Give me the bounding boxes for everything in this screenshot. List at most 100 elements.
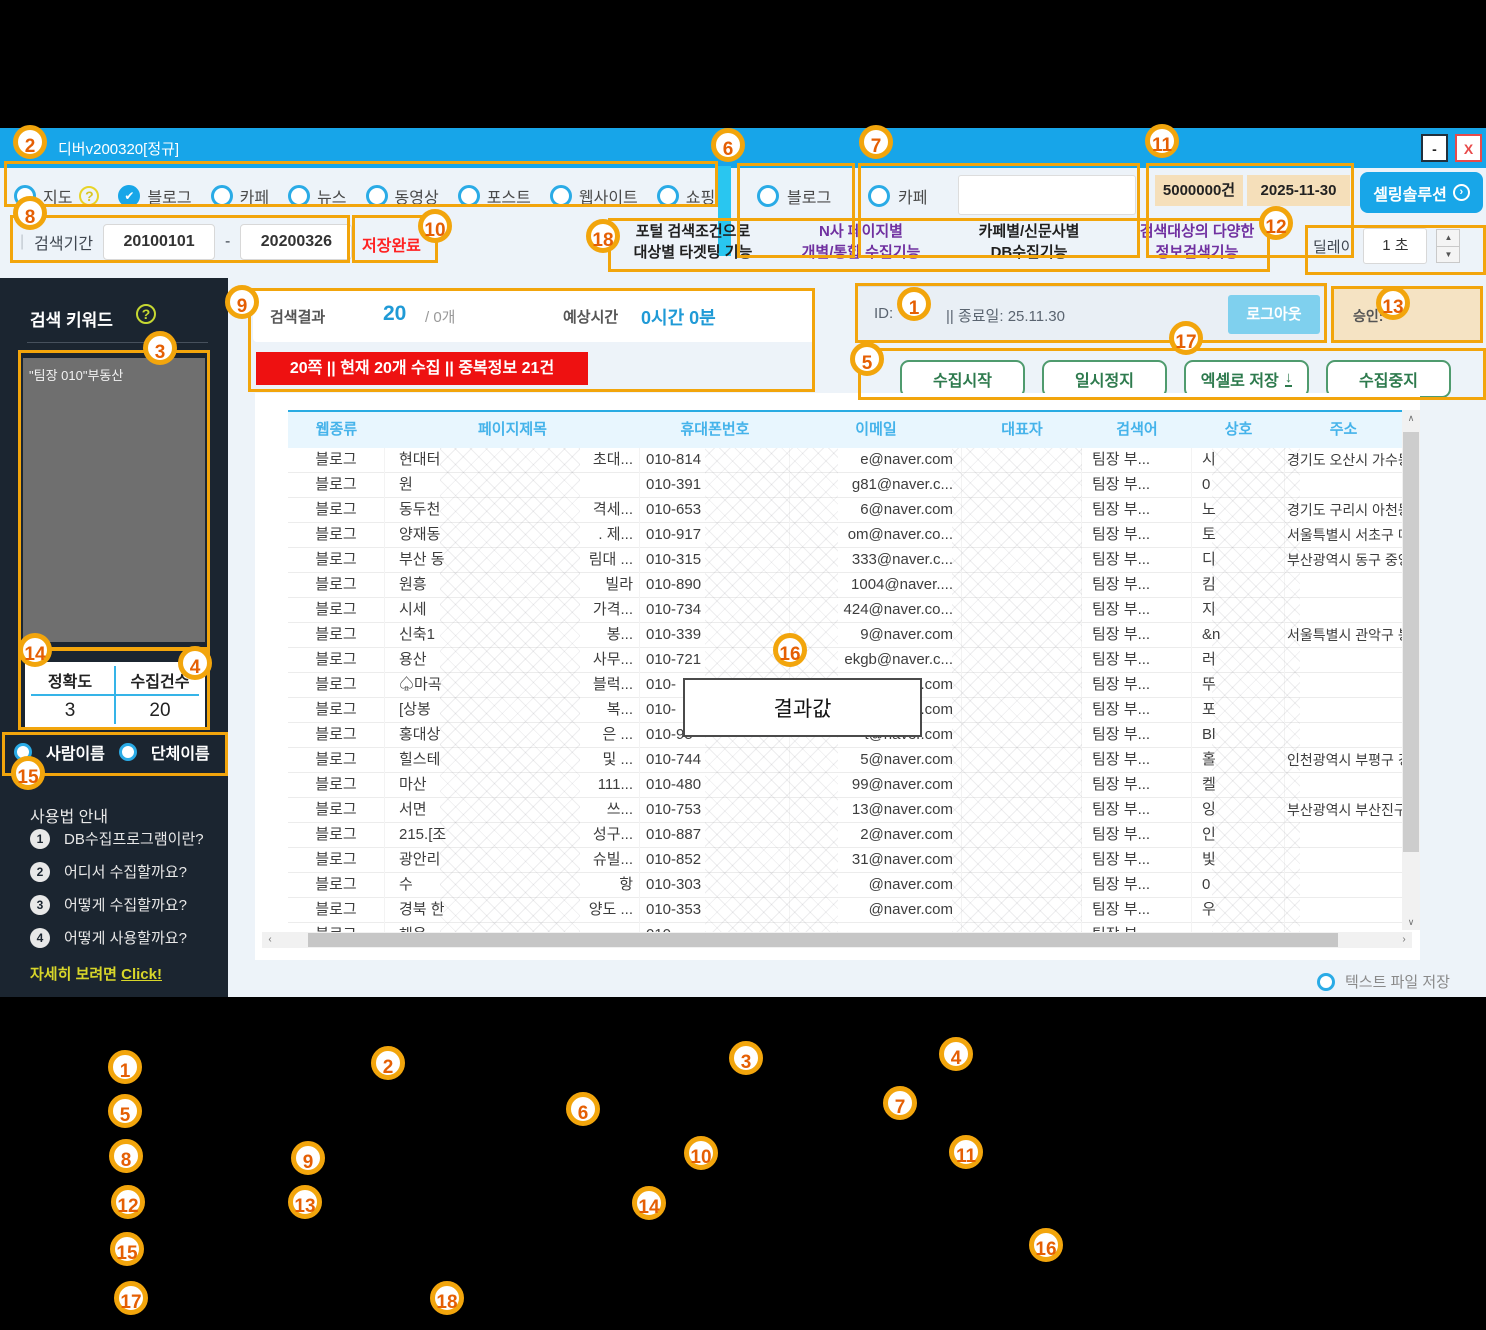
radio-icon[interactable]: [757, 185, 779, 207]
radio-icon[interactable]: [1317, 973, 1335, 991]
scroll-left-icon[interactable]: ‹: [262, 932, 278, 948]
screen: 디버v200320[정규] - X 지도?✔블로그카페뉴스동영상포스트웹사이트쇼…: [0, 0, 1486, 1330]
scroll-down-icon[interactable]: ∨: [1402, 914, 1420, 930]
minimize-button[interactable]: -: [1421, 134, 1448, 162]
close-button[interactable]: X: [1455, 134, 1482, 162]
title-fragment-left: [상봉: [399, 698, 431, 722]
table-row[interactable]: 블로그시세가격...010-734424@naver.co...팀장 부...지: [288, 598, 1402, 623]
portal-tab-블로그[interactable]: ✔블로그: [118, 184, 191, 208]
title-fragment-left: 용산: [399, 648, 427, 672]
radio-icon[interactable]: [288, 185, 310, 207]
scrollbar-thumb[interactable]: [308, 933, 1338, 947]
table-row[interactable]: 블로그해운010-팀장 부...: [288, 923, 1402, 932]
radio-icon[interactable]: [119, 743, 137, 761]
cell-keyword: 팀장 부...: [1082, 623, 1192, 648]
portal-tab-동영상[interactable]: 동영상: [366, 184, 439, 208]
help-icon[interactable]: ?: [79, 186, 99, 206]
table-row[interactable]: 블로그원010-391g81@naver.c...팀장 부...0: [288, 473, 1402, 498]
table-row[interactable]: 블로그힐스테및 ...010-7445@naver.com팀장 부...홀인천광…: [288, 748, 1402, 773]
spinner-up-icon[interactable]: ▲: [1437, 230, 1459, 247]
radio-icon[interactable]: [366, 185, 388, 207]
guide-item[interactable]: 1DB수집프로그램이란?: [30, 828, 204, 849]
scroll-up-icon[interactable]: ∧: [1402, 410, 1420, 426]
logout-button[interactable]: 로그아웃: [1228, 295, 1320, 334]
radio-icon[interactable]: [211, 185, 233, 207]
portal-tab-웹사이트[interactable]: 웹사이트: [550, 184, 638, 208]
delay-input[interactable]: 1 초: [1363, 228, 1427, 264]
radio-icon[interactable]: [657, 185, 679, 207]
period-from-input[interactable]: 20100101: [103, 224, 215, 260]
column-header[interactable]: 상호: [1192, 412, 1285, 448]
horizontal-scrollbar[interactable]: ‹ ›: [262, 932, 1412, 948]
cell-representative: [962, 773, 1082, 798]
column-header[interactable]: 웹종류: [288, 412, 385, 448]
source-cafe-radio[interactable]: 카페: [868, 184, 927, 208]
scrollbar-thumb[interactable]: [1403, 432, 1419, 852]
table-row[interactable]: 블로그동두천격세...010-6536@naver.com팀장 부...노경기도…: [288, 498, 1402, 523]
cell-keyword: 팀장 부...: [1082, 723, 1192, 748]
column-header[interactable]: 이메일: [790, 412, 962, 448]
portal-tab-쇼핑[interactable]: 쇼핑: [657, 184, 715, 208]
scroll-right-icon[interactable]: ›: [1396, 932, 1412, 948]
title-fragment-right: 성구...: [593, 823, 633, 847]
cell-phone: 010-480: [640, 773, 790, 798]
table-row[interactable]: 블로그광안리슈빌...010-85231@naver.com팀장 부...빛: [288, 848, 1402, 873]
table-row[interactable]: 블로그원흥빌라010-8901004@naver....팀장 부...킴: [288, 573, 1402, 598]
table-row[interactable]: 블로그용산사무...010-721ekgb@naver.c...팀장 부...러: [288, 648, 1402, 673]
radio-icon[interactable]: [868, 185, 890, 207]
keyword-textarea[interactable]: "팀장 010"부동산: [23, 358, 205, 642]
cell-web-type: 블로그: [288, 923, 385, 932]
selling-solution-button[interactable]: 셀링솔루션 ›: [1360, 172, 1483, 213]
selling-solution-label: 셀링솔루션: [1373, 181, 1447, 205]
radio-icon[interactable]: [550, 185, 572, 207]
cell-business-name: 포: [1192, 698, 1285, 723]
table-row[interactable]: 블로그현대터초대...010-814e@naver.com팀장 부...시경기도…: [288, 448, 1402, 473]
portal-tab-카페[interactable]: 카페: [211, 184, 269, 208]
table-row[interactable]: 블로그서면쓰...010-75313@naver.com팀장 부...잉부산광역…: [288, 798, 1402, 823]
portal-tab-뉴스[interactable]: 뉴스: [288, 184, 346, 208]
title-fragment-left: 양재동: [399, 523, 440, 547]
annotation-badge-18: 18: [586, 219, 620, 253]
cafe-search-input[interactable]: [958, 175, 1136, 215]
column-header[interactable]: 페이지제목: [385, 412, 640, 448]
cell-phone: 010-744: [640, 748, 790, 773]
vertical-scrollbar[interactable]: ∧ ∨: [1402, 410, 1420, 930]
column-header[interactable]: 검색어: [1082, 412, 1192, 448]
source-blog-radio[interactable]: 블로그: [757, 184, 831, 208]
title-fragment-right: 림대 ...: [589, 548, 633, 572]
keyword-help-icon[interactable]: ?: [136, 304, 156, 324]
table-row[interactable]: 블로그양재동. 제...010-917om@naver.co...팀장 부...…: [288, 523, 1402, 548]
results-label: 검색결과: [270, 306, 325, 327]
table-row[interactable]: 블로그경북 한양도 ...010-353@naver.com팀장 부...우: [288, 898, 1402, 923]
cell-web-type: 블로그: [288, 748, 385, 773]
click-link[interactable]: Click!: [121, 966, 162, 983]
cell-business-name: &n: [1192, 623, 1285, 648]
portal-tab-포스트[interactable]: 포스트: [458, 184, 531, 208]
table-row[interactable]: 블로그부산 동림대 ...010-315333@naver.c...팀장 부..…: [288, 548, 1402, 573]
radio-icon[interactable]: [458, 185, 480, 207]
delay-spinner[interactable]: ▲ ▼: [1436, 229, 1460, 263]
column-header[interactable]: 대표자: [962, 412, 1082, 448]
app-window: 디버v200320[정규] - X 지도?✔블로그카페뉴스동영상포스트웹사이트쇼…: [0, 128, 1486, 997]
annotation-badge-6: 6: [566, 1092, 600, 1126]
column-header[interactable]: 주소: [1285, 412, 1402, 448]
spinner-down-icon[interactable]: ▼: [1437, 247, 1459, 263]
column-header[interactable]: 휴대폰번호: [640, 412, 790, 448]
guide-item[interactable]: 4어떻게 사용할까요?: [30, 927, 204, 948]
text-file-save[interactable]: 텍스트 파일 저장: [1317, 971, 1450, 992]
cell-business-name: 인: [1192, 823, 1285, 848]
guide-item[interactable]: 2어디서 수집할까요?: [30, 861, 204, 882]
cell-address: [1285, 473, 1402, 498]
period-to-input[interactable]: 20200326: [240, 224, 352, 260]
accuracy-value: 3: [25, 700, 115, 722]
table-row[interactable]: 블로그마산111...010-48099@naver.com팀장 부...켈: [288, 773, 1402, 798]
search-period-label: 검색기간: [34, 230, 93, 254]
table-row[interactable]: 블로그215.[조성구...010-8872@naver.com팀장 부...인: [288, 823, 1402, 848]
collect-count-value: 20: [115, 700, 205, 722]
table-row[interactable]: 블로그수항010-303@naver.com팀장 부...0: [288, 873, 1402, 898]
cell-email: 2@naver.com: [790, 823, 962, 848]
table-row[interactable]: 블로그신축1봉...010-3399@naver.com팀장 부...&n서울특…: [288, 623, 1402, 648]
title-fragment-left: 서면: [399, 798, 427, 822]
guide-item[interactable]: 3어떻게 수집할까요?: [30, 894, 204, 915]
radio-icon[interactable]: ✔: [118, 185, 140, 207]
